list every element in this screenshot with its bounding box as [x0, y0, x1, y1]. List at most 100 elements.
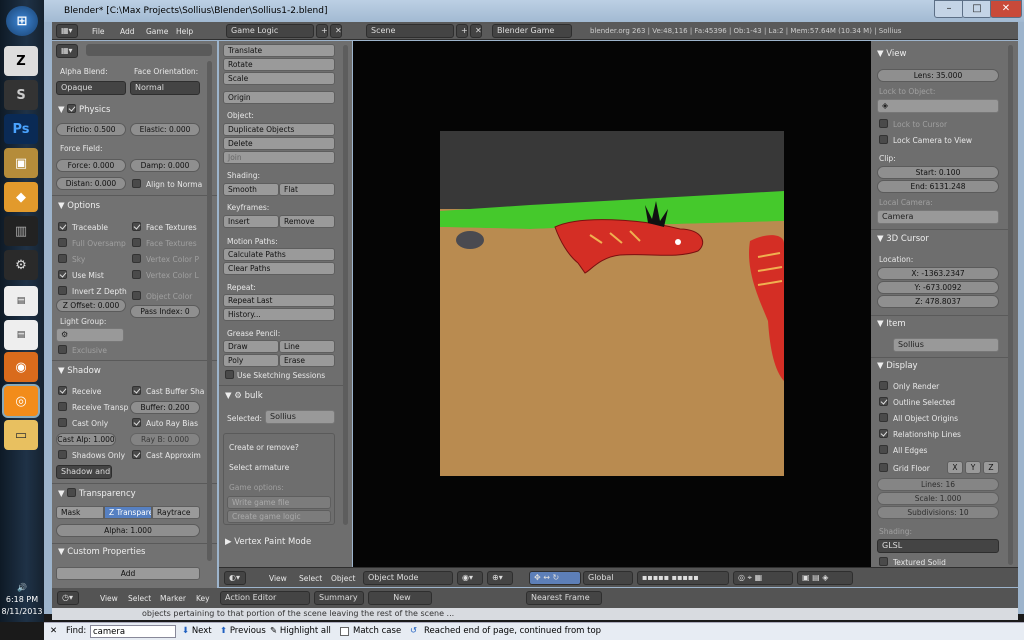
origin-button[interactable]: Origin	[223, 91, 335, 104]
remove-scene-button[interactable]: ✕	[470, 24, 482, 38]
axis-x-toggle[interactable]: X	[947, 461, 963, 474]
properties-editor-icon[interactable]: ▦▾	[56, 44, 78, 58]
light-group-field[interactable]: ⚙	[56, 328, 124, 342]
scene-select[interactable]: Scene	[366, 24, 454, 38]
local-camera-field[interactable]: Camera	[877, 210, 999, 224]
viewport-shading-select[interactable]: ◉▾	[457, 571, 483, 585]
3d-menu-view[interactable]: View	[269, 574, 287, 583]
insert-keyframe-button[interactable]: Insert	[223, 215, 279, 228]
view-header[interactable]: ▼ View	[877, 49, 906, 59]
alpha-field[interactable]: Alpha: 1.000	[56, 524, 200, 537]
render-buttons[interactable]: ▣ ▤ ◈	[797, 571, 853, 585]
camera-view-frame[interactable]	[440, 131, 784, 476]
delete-button[interactable]: Delete	[223, 137, 335, 150]
line-button[interactable]: Line	[279, 340, 335, 353]
all-edges-checkbox[interactable]	[879, 445, 888, 454]
grid-floor-checkbox[interactable]	[879, 463, 888, 472]
options-header[interactable]: ▼ Options	[58, 201, 100, 211]
maximize-button[interactable]: □	[962, 0, 992, 18]
align-normal-checkbox[interactable]	[132, 179, 141, 188]
cursor-x-field[interactable]: X: -1363.2347	[877, 267, 999, 280]
vertex-color-light-checkbox[interactable]	[132, 270, 141, 279]
only-render-checkbox[interactable]	[879, 381, 888, 390]
find-next-button[interactable]: ⬇ Next	[182, 626, 212, 636]
sky-checkbox[interactable]	[58, 254, 67, 263]
lock-camera-checkbox[interactable]	[879, 135, 888, 144]
tool-shelf-scrollbar[interactable]	[343, 45, 348, 525]
remove-keyframe-button[interactable]: Remove	[279, 215, 335, 228]
poly-button[interactable]: Poly	[223, 354, 279, 367]
menu-file[interactable]: File	[92, 27, 105, 36]
menu-game[interactable]: Game	[146, 27, 168, 36]
transform-orientation-select[interactable]: Global	[583, 571, 633, 585]
explorer-icon[interactable]: ▭	[4, 420, 38, 450]
friction-field[interactable]: Frictio: 0.500	[56, 123, 126, 136]
3d-cursor-header[interactable]: ▼ 3D Cursor	[877, 234, 929, 244]
smooth-button[interactable]: Smooth	[223, 183, 279, 196]
duplicate-objects-button[interactable]: Duplicate Objects	[223, 123, 335, 136]
snapping-select[interactable]: Nearest Frame	[526, 591, 602, 605]
menu-help[interactable]: Help	[176, 27, 193, 36]
pass-index-field[interactable]: Pass Index: 0	[130, 305, 200, 318]
clip-start-field[interactable]: Start: 0.100	[877, 166, 999, 179]
physics-header[interactable]: ▼ Physics	[58, 103, 110, 115]
cast-only-checkbox[interactable]	[58, 418, 67, 427]
shadows-only-checkbox[interactable]	[58, 450, 67, 459]
lens-field[interactable]: Lens: 35.000	[877, 69, 999, 82]
timeline-menu-marker[interactable]: Marker	[160, 594, 186, 603]
vertex-paint-mode-header[interactable]: ▶ Vertex Paint Mode	[225, 537, 311, 547]
app-icon-maya[interactable]: S	[4, 80, 38, 110]
add-scene-button[interactable]: +	[456, 24, 468, 38]
object-mode-select[interactable]: Object Mode	[363, 571, 453, 585]
find-previous-button[interactable]: ⬆ Previous	[220, 626, 266, 636]
face-orientation-select[interactable]: Normal	[130, 81, 200, 95]
close-button[interactable]: ✕	[990, 0, 1022, 18]
3d-menu-object[interactable]: Object	[331, 574, 355, 583]
manipulator-buttons[interactable]: ✥ ↔ ↻	[529, 571, 581, 585]
repeat-last-button[interactable]: Repeat Last	[223, 294, 335, 307]
bulk-header[interactable]: ▼ ⚙ bulk	[225, 391, 263, 401]
translate-button[interactable]: Translate	[223, 44, 335, 57]
auto-ray-bias-checkbox[interactable]	[132, 418, 141, 427]
grid-subdivisions-field[interactable]: Subdivisions: 10	[877, 506, 999, 519]
textured-solid-checkbox[interactable]	[879, 557, 888, 566]
editor-type-icon[interactable]: ▦▾	[56, 24, 78, 38]
speaker-icon[interactable]: 🔊	[0, 582, 44, 594]
3d-menu-select[interactable]: Select	[299, 574, 322, 583]
blender-icon[interactable]: ◎	[4, 386, 38, 416]
item-name-field[interactable]: Sollius	[893, 338, 999, 352]
exclusive-checkbox[interactable]	[58, 345, 67, 354]
shadow-header[interactable]: ▼ Shadow	[58, 366, 101, 376]
relationship-lines-checkbox[interactable]	[879, 429, 888, 438]
app-icon-photoshop[interactable]: Ps	[4, 114, 38, 144]
mask-option[interactable]: Mask	[56, 506, 104, 519]
transparency-header[interactable]: ▼ Transparency	[58, 487, 136, 499]
axis-y-toggle[interactable]: Y	[965, 461, 981, 474]
use-sketching-checkbox[interactable]	[225, 370, 234, 379]
all-object-origins-checkbox[interactable]	[879, 413, 888, 422]
grid-scale-field[interactable]: Scale: 1.000	[877, 492, 999, 505]
full-oversampling-checkbox[interactable]	[58, 238, 67, 247]
layer-buttons[interactable]: ▪▪▪▪▪ ▪▪▪▪▪	[637, 571, 729, 585]
shading-mode-select[interactable]: GLSL	[877, 539, 999, 553]
flat-button[interactable]: Flat	[279, 183, 335, 196]
custom-properties-header[interactable]: ▼ Custom Properties	[58, 547, 145, 557]
add-property-button[interactable]: Add	[56, 567, 200, 580]
document-icon[interactable]: ▤	[4, 286, 38, 316]
screen-layout-select[interactable]: Game Logic	[226, 24, 314, 38]
action-editor-type-icon[interactable]: ◷▾	[57, 591, 79, 605]
receive-transparent-checkbox[interactable]	[58, 402, 67, 411]
object-color-checkbox[interactable]	[132, 291, 141, 300]
calculate-paths-button[interactable]: Calculate Paths	[223, 248, 335, 261]
3d-editor-type-icon[interactable]: ◐▾	[224, 571, 246, 585]
clip-end-field[interactable]: End: 6131.248	[877, 180, 999, 193]
erase-button[interactable]: Erase	[279, 354, 335, 367]
receive-checkbox[interactable]	[58, 386, 67, 395]
join-button[interactable]: Join	[223, 151, 335, 164]
find-input[interactable]	[90, 625, 176, 638]
write-game-file-button[interactable]: Write game file	[227, 496, 331, 509]
use-mist-checkbox[interactable]	[58, 270, 67, 279]
ray-bias-field[interactable]: Ray B: 0.000	[130, 433, 200, 446]
invert-z-checkbox[interactable]	[58, 286, 67, 295]
menu-add[interactable]: Add	[120, 27, 135, 36]
